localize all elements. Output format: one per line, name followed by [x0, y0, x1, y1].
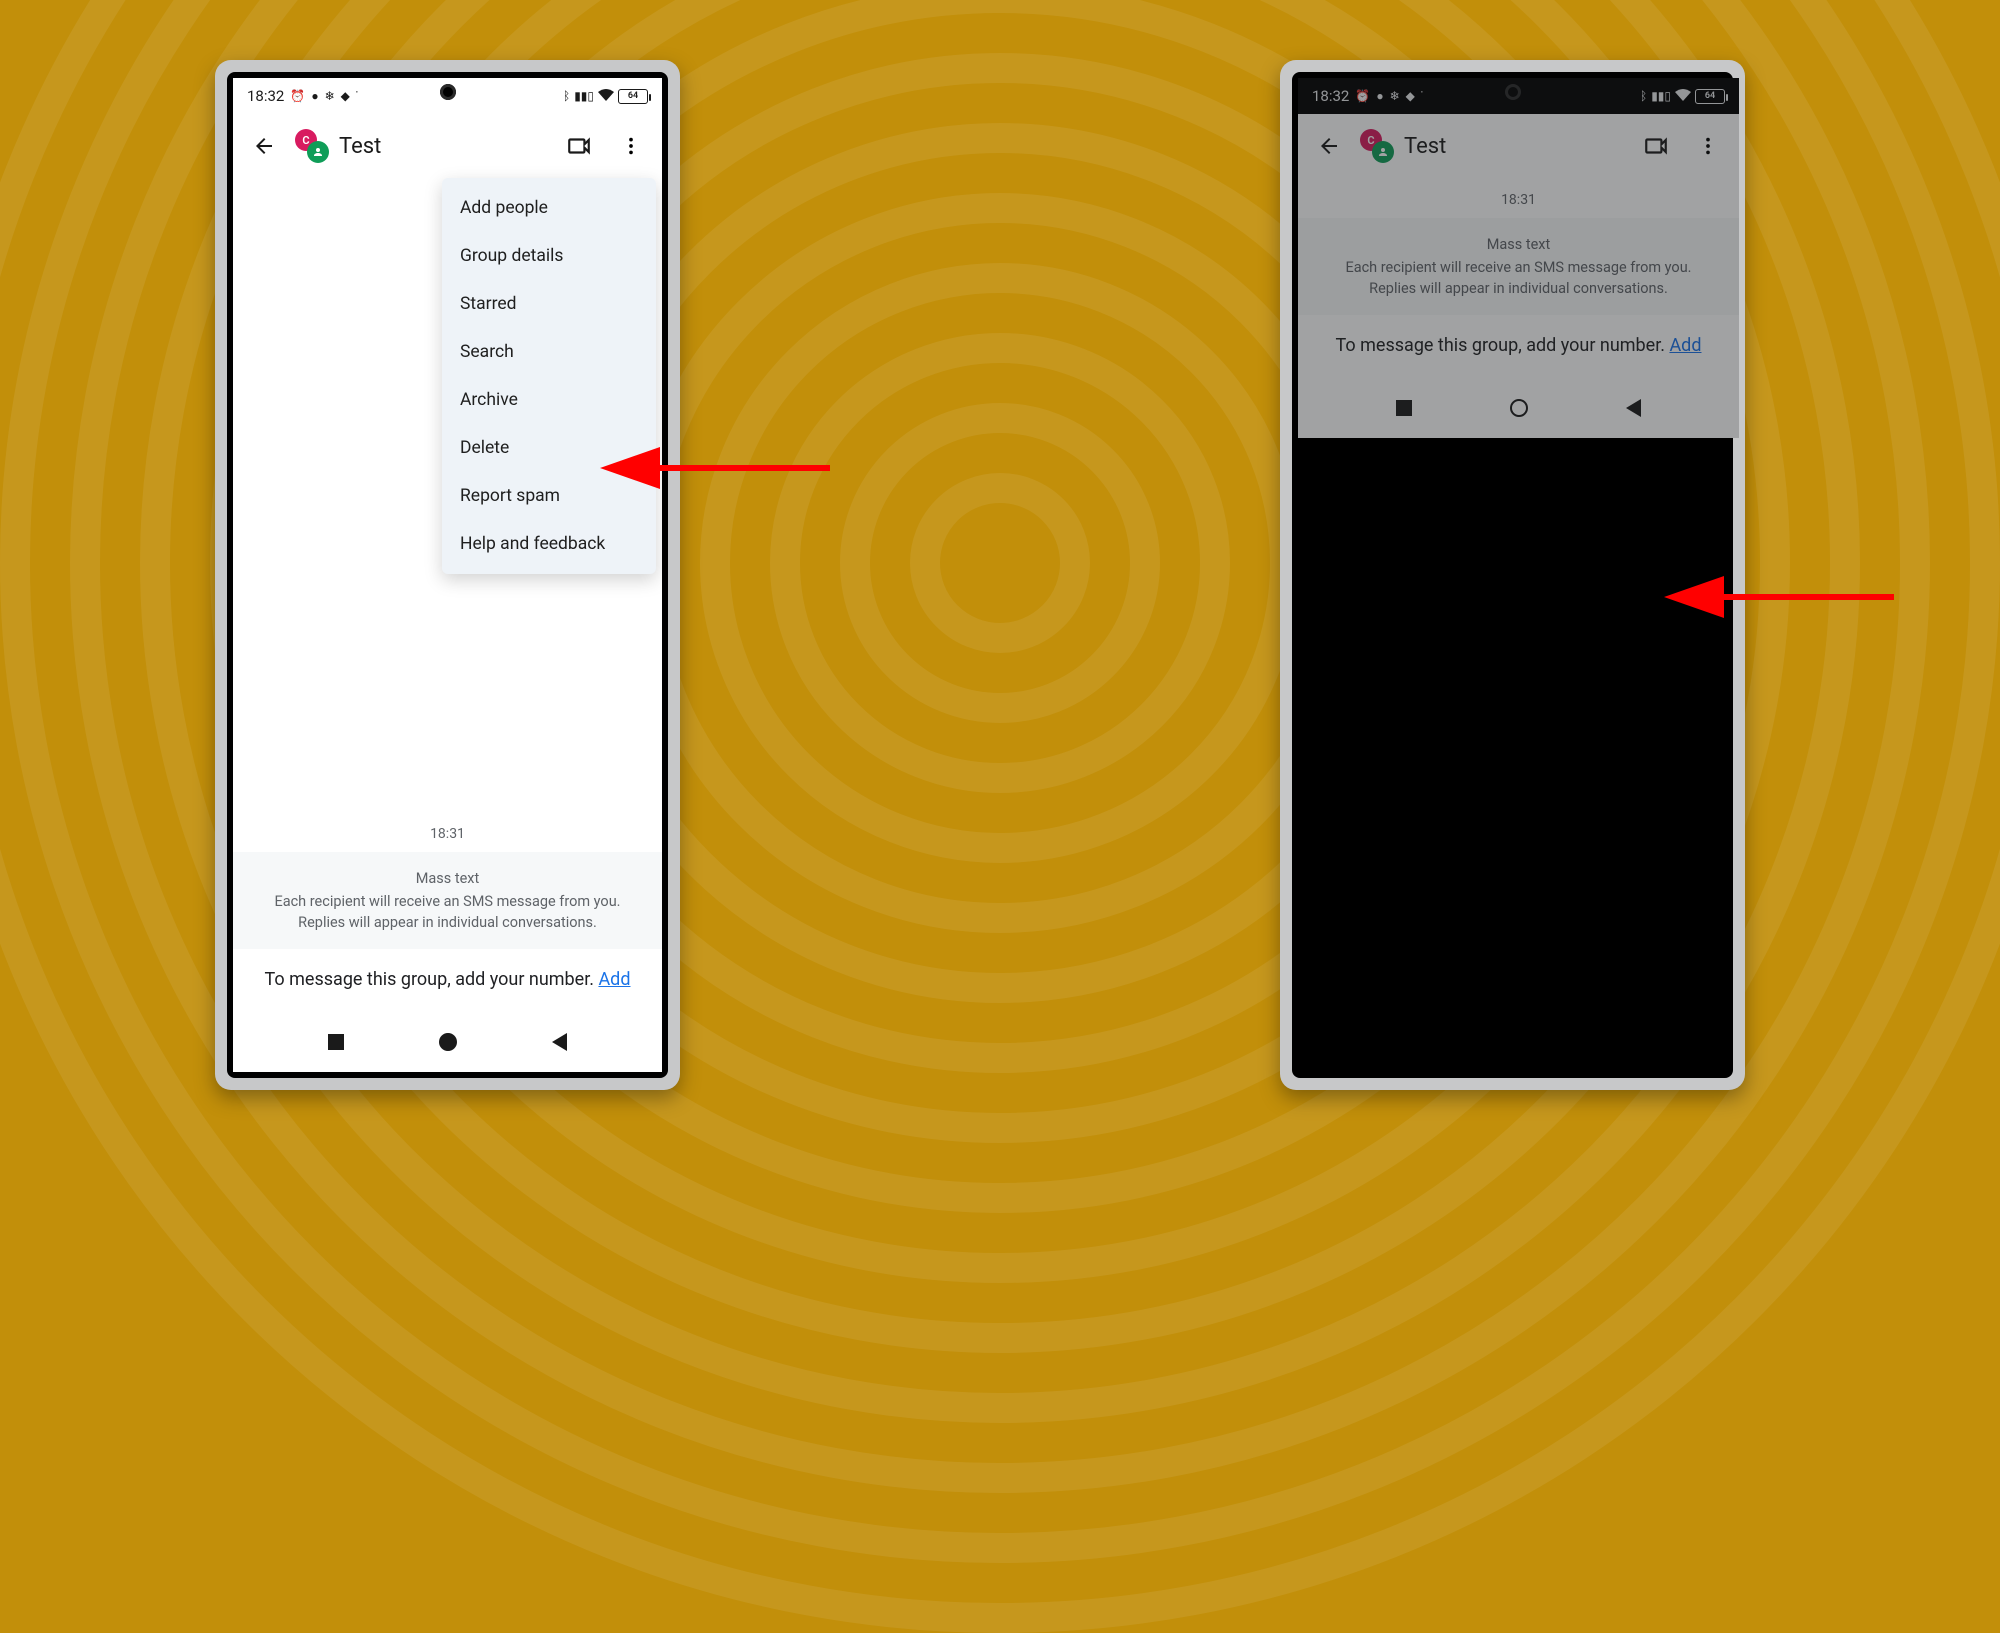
more-options-button[interactable] — [610, 125, 652, 167]
group-avatar[interactable]: C — [295, 129, 329, 163]
wifi-icon — [598, 89, 614, 104]
menu-archive[interactable]: Archive — [442, 376, 656, 424]
mass-text-line1: Each recipient will receive an SMS messa… — [257, 891, 638, 912]
nav-home-button[interactable] — [439, 1033, 457, 1051]
menu-group-details[interactable]: Group details — [442, 232, 656, 280]
back-button[interactable] — [243, 125, 285, 167]
overflow-menu: Add people Group details Starred Search … — [442, 178, 656, 574]
message-timestamp: 18:31 — [233, 812, 662, 852]
add-number-bar: To message this group, add your number. … — [233, 949, 662, 1012]
annotation-arrow-right — [1664, 572, 1894, 622]
bluetooth-icon: ᛒ — [563, 89, 570, 103]
video-call-button[interactable] — [558, 125, 600, 167]
mass-text-line2: Replies will appear in individual conver… — [257, 912, 638, 933]
annotation-arrow-left — [600, 443, 830, 493]
menu-help-feedback[interactable]: Help and feedback — [442, 520, 656, 568]
alarm-icon: ⏰ — [290, 89, 305, 103]
app-header: C Test — [233, 114, 662, 178]
menu-starred[interactable]: Starred — [442, 280, 656, 328]
status-time: 18:32 — [247, 87, 284, 105]
add-number-prompt: To message this group, add your number. — [265, 969, 599, 990]
signal-icon: ▮▮▯ — [574, 89, 594, 103]
nav-back-button[interactable] — [552, 1033, 567, 1051]
android-navbar — [233, 1012, 662, 1072]
status-diamond-icon: ◆ — [341, 89, 350, 103]
mass-text-notice: Mass text Each recipient will receive an… — [233, 852, 662, 949]
avatar-person-icon — [307, 141, 329, 163]
phone-left: 18:32 ⏰ ● ❄ ◆ • ᛒ ▮▮▯ 64 — [215, 60, 680, 1090]
status-dot-icon: ● — [311, 89, 318, 103]
conversation-title[interactable]: Test — [339, 134, 381, 159]
nav-recents-button[interactable] — [328, 1034, 344, 1050]
camera-hole — [440, 84, 456, 100]
modal-scrim[interactable] — [1298, 78, 1739, 438]
battery-icon: 64 — [618, 89, 648, 104]
menu-add-people[interactable]: Add people — [442, 184, 656, 232]
mass-text-title: Mass text — [257, 868, 638, 889]
status-more-icon: • — [356, 89, 360, 96]
add-number-link[interactable]: Add — [598, 969, 630, 990]
menu-search[interactable]: Search — [442, 328, 656, 376]
status-snow-icon: ❄ — [325, 89, 335, 103]
